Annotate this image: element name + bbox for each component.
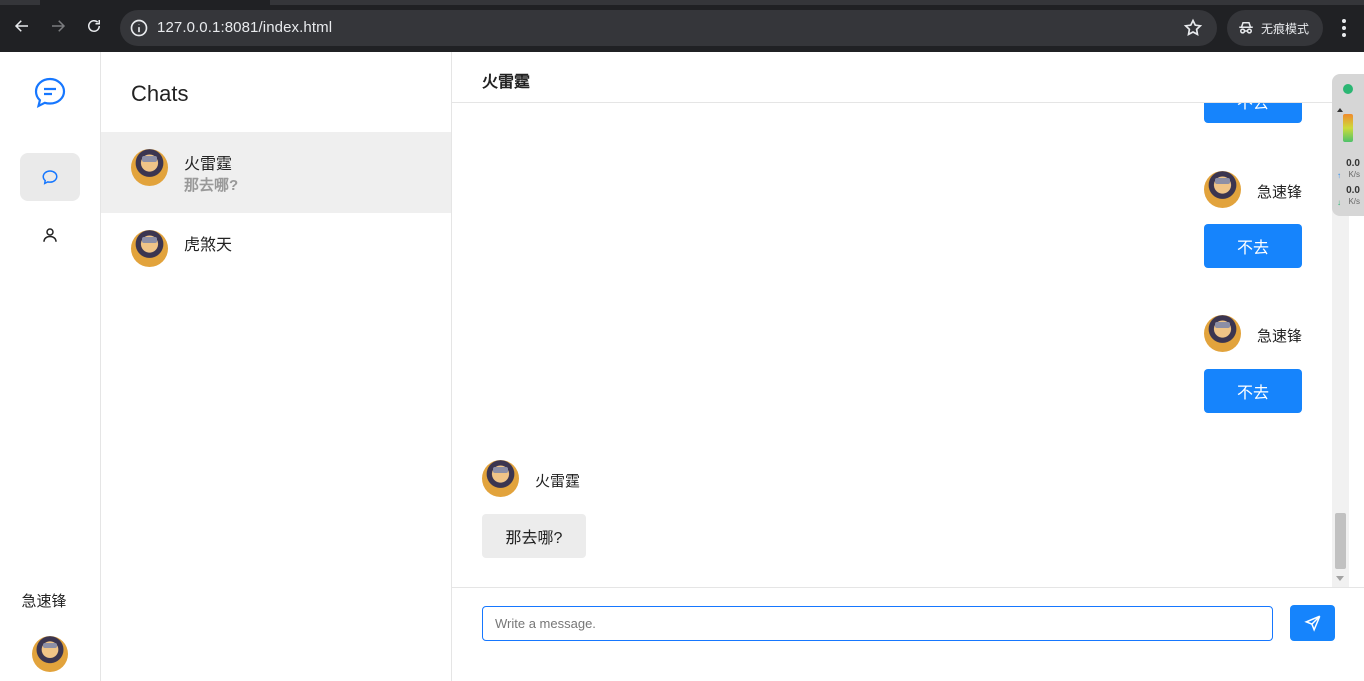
contact-avatar [131, 230, 168, 267]
sender-avatar [482, 460, 519, 497]
back-arrow-icon[interactable] [10, 14, 34, 38]
scroll-down-arrow[interactable] [1336, 576, 1344, 581]
nav-rail: 急速锋 [0, 52, 101, 681]
network-monitor-widget[interactable]: 0.0 ↑ K/s 0.0 ↓ K/s [1332, 74, 1364, 216]
send-button[interactable] [1290, 605, 1335, 641]
reload-icon[interactable] [82, 14, 106, 38]
forward-arrow-icon[interactable] [46, 14, 70, 38]
incognito-indicator[interactable]: 无痕模式 [1227, 10, 1323, 46]
download-speed-value: 0.0 [1346, 185, 1360, 196]
nav-chats-button[interactable] [20, 153, 80, 201]
upload-speed-unit: K/s [1348, 170, 1360, 179]
message-bubble-mine: 不去 [1204, 224, 1302, 268]
browser-menu-icon[interactable] [1334, 16, 1354, 40]
tab-strip [0, 0, 1364, 6]
message-bubble-mine: 不去 [1204, 103, 1302, 123]
chat-list-item[interactable]: 火雷霆 那去哪? [101, 132, 451, 213]
message-list[interactable]: 不去 急速锋 不去 急速锋 不去 火雷霆 那去哪? [452, 103, 1332, 587]
last-message-preview: 那去哪? [184, 177, 239, 194]
address-bar[interactable]: 127.0.0.1:8081/index.html [120, 10, 1217, 46]
incognito-label: 无痕模式 [1261, 21, 1310, 36]
chat-list-panel: Chats 火雷霆 那去哪? 虎煞天 [101, 52, 452, 681]
sender-avatar [1204, 171, 1241, 208]
current-user-name: 急速锋 [21, 593, 67, 610]
contact-avatar [131, 149, 168, 186]
composer-divider [452, 587, 1364, 588]
sender-avatar [1204, 315, 1241, 352]
message-bubble-theirs: 那去哪? [482, 514, 586, 558]
upload-speed-value: 0.0 [1346, 158, 1360, 169]
chat-logo-icon[interactable] [33, 76, 67, 110]
usage-bar [1343, 114, 1353, 142]
sender-name: 急速锋 [1257, 328, 1303, 345]
current-user-avatar[interactable] [32, 636, 68, 672]
browser-toolbar: 127.0.0.1:8081/index.html 无痕模式 [0, 0, 1364, 52]
scrollbar-thumb[interactable] [1335, 513, 1346, 569]
conversation-panel: 火雷霆 不去 急速锋 不去 急速锋 不去 火雷霆 那去哪? [452, 52, 1364, 681]
nav-profile-button[interactable] [20, 211, 80, 259]
sender-name: 急速锋 [1257, 184, 1303, 201]
contact-name: 火雷霆 [184, 156, 233, 173]
chat-list-item[interactable]: 虎煞天 [101, 213, 451, 294]
send-icon [1303, 615, 1320, 632]
conversation-title: 火雷霆 [482, 74, 531, 91]
status-dot [1343, 84, 1353, 94]
user-icon [43, 228, 57, 242]
download-speed-unit: K/s [1348, 197, 1360, 206]
chat-list-heading: Chats [131, 81, 189, 106]
chat-bubble-icon [42, 170, 58, 185]
bookmark-star-icon[interactable] [1183, 18, 1203, 38]
message-input[interactable] [482, 606, 1273, 641]
collapse-arrow-icon[interactable] [1337, 108, 1343, 112]
message-bubble-mine: 不去 [1204, 369, 1302, 413]
url-text[interactable]: 127.0.0.1:8081/index.html [157, 19, 332, 36]
chat-app: 急速锋 Chats 火雷霆 那去哪? 虎煞天 火雷霆 不去 急速锋 不去 急速锋… [0, 52, 1364, 681]
site-info-icon[interactable] [129, 18, 149, 38]
contact-name: 虎煞天 [184, 237, 233, 254]
incognito-icon [1239, 22, 1253, 34]
sender-name: 火雷霆 [535, 473, 581, 490]
